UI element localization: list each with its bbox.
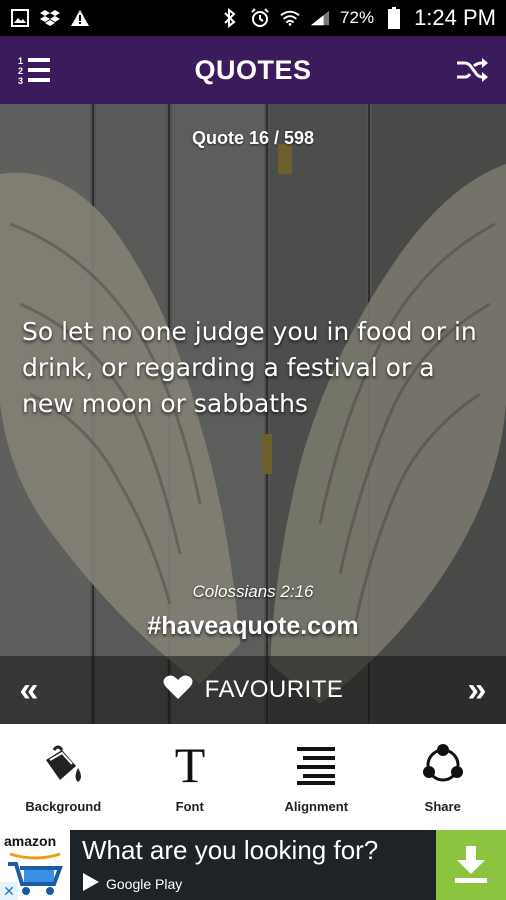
previous-quote-button[interactable]: « xyxy=(14,671,44,710)
alignment-tool-label: Alignment xyxy=(284,798,349,814)
quote-text: So let no one judge you in food or in dr… xyxy=(22,317,477,418)
share-tool-label: Share xyxy=(424,798,461,814)
ad-headline: What are you looking for? xyxy=(82,835,379,865)
bluetooth-icon xyxy=(220,8,240,28)
quote-card[interactable]: Quote 16 / 598 So let no one judge you i… xyxy=(0,104,506,724)
battery-percent: 72% xyxy=(340,8,375,27)
background-tool-button[interactable]: Background xyxy=(0,724,127,830)
ad-close-button[interactable]: ✕ xyxy=(0,882,18,900)
alignment-icon xyxy=(292,741,340,789)
wifi-icon xyxy=(280,8,300,28)
font-tool-button[interactable]: T Font xyxy=(127,724,254,830)
ad-banner[interactable]: amazon ✕ What are you looking for? Googl… xyxy=(0,830,506,900)
signal-icon xyxy=(310,8,330,28)
heart-icon xyxy=(163,674,193,707)
clock-time: 1:24 PM xyxy=(414,5,496,30)
numbered-list-icon[interactable]: 1 2 3 xyxy=(16,52,52,88)
shuffle-icon[interactable] xyxy=(454,52,490,88)
amazon-ad-logo[interactable]: amazon ✕ xyxy=(0,830,70,900)
svg-text:3: 3 xyxy=(18,76,23,85)
app-header: 1 2 3 QUOTES xyxy=(0,36,506,104)
ad-text: What are you looking for? Google Play xyxy=(70,835,436,895)
ad-download-button[interactable] xyxy=(436,830,506,900)
status-bar: 72% 1:24 PM xyxy=(0,0,506,36)
favourite-label: FAVOURITE xyxy=(204,676,344,703)
download-icon xyxy=(455,846,487,883)
quote-source: Colossians 2:16 xyxy=(192,582,314,601)
google-play-label: Google Play xyxy=(106,875,183,892)
next-quote-button[interactable]: » xyxy=(462,671,492,710)
editor-toolbar: Background T Font Alignment Share xyxy=(0,724,506,830)
font-tool-label: Font xyxy=(175,798,204,814)
google-play-icon xyxy=(82,872,100,895)
svg-text:1: 1 xyxy=(18,56,23,66)
paint-bucket-icon xyxy=(39,741,87,789)
page-title: QUOTES xyxy=(194,54,312,85)
font-icon: T xyxy=(166,741,214,789)
warning-notification-icon xyxy=(70,8,90,28)
gallery-notification-icon xyxy=(10,8,30,28)
quote-nav-strip: « FAVOURITE » xyxy=(0,656,506,724)
svg-text:T: T xyxy=(174,742,205,788)
alignment-tool-button[interactable]: Alignment xyxy=(253,724,380,830)
share-icon xyxy=(419,741,467,789)
favourite-button[interactable]: FAVOURITE xyxy=(163,674,344,707)
dropbox-notification-icon xyxy=(40,8,60,28)
quote-counter: Quote 16 / 598 xyxy=(191,128,315,148)
status-right: 72% 1:24 PM xyxy=(220,5,496,31)
amazon-brand-text: amazon xyxy=(4,833,57,849)
background-tool-label: Background xyxy=(25,798,102,814)
share-tool-button[interactable]: Share xyxy=(380,724,506,830)
alarm-icon xyxy=(250,8,270,28)
svg-text:2: 2 xyxy=(18,66,23,76)
hashtag-watermark: #haveaquote.com xyxy=(147,612,359,640)
battery-icon xyxy=(384,7,404,29)
google-play-badge: Google Play xyxy=(82,872,436,895)
status-left xyxy=(10,8,90,28)
